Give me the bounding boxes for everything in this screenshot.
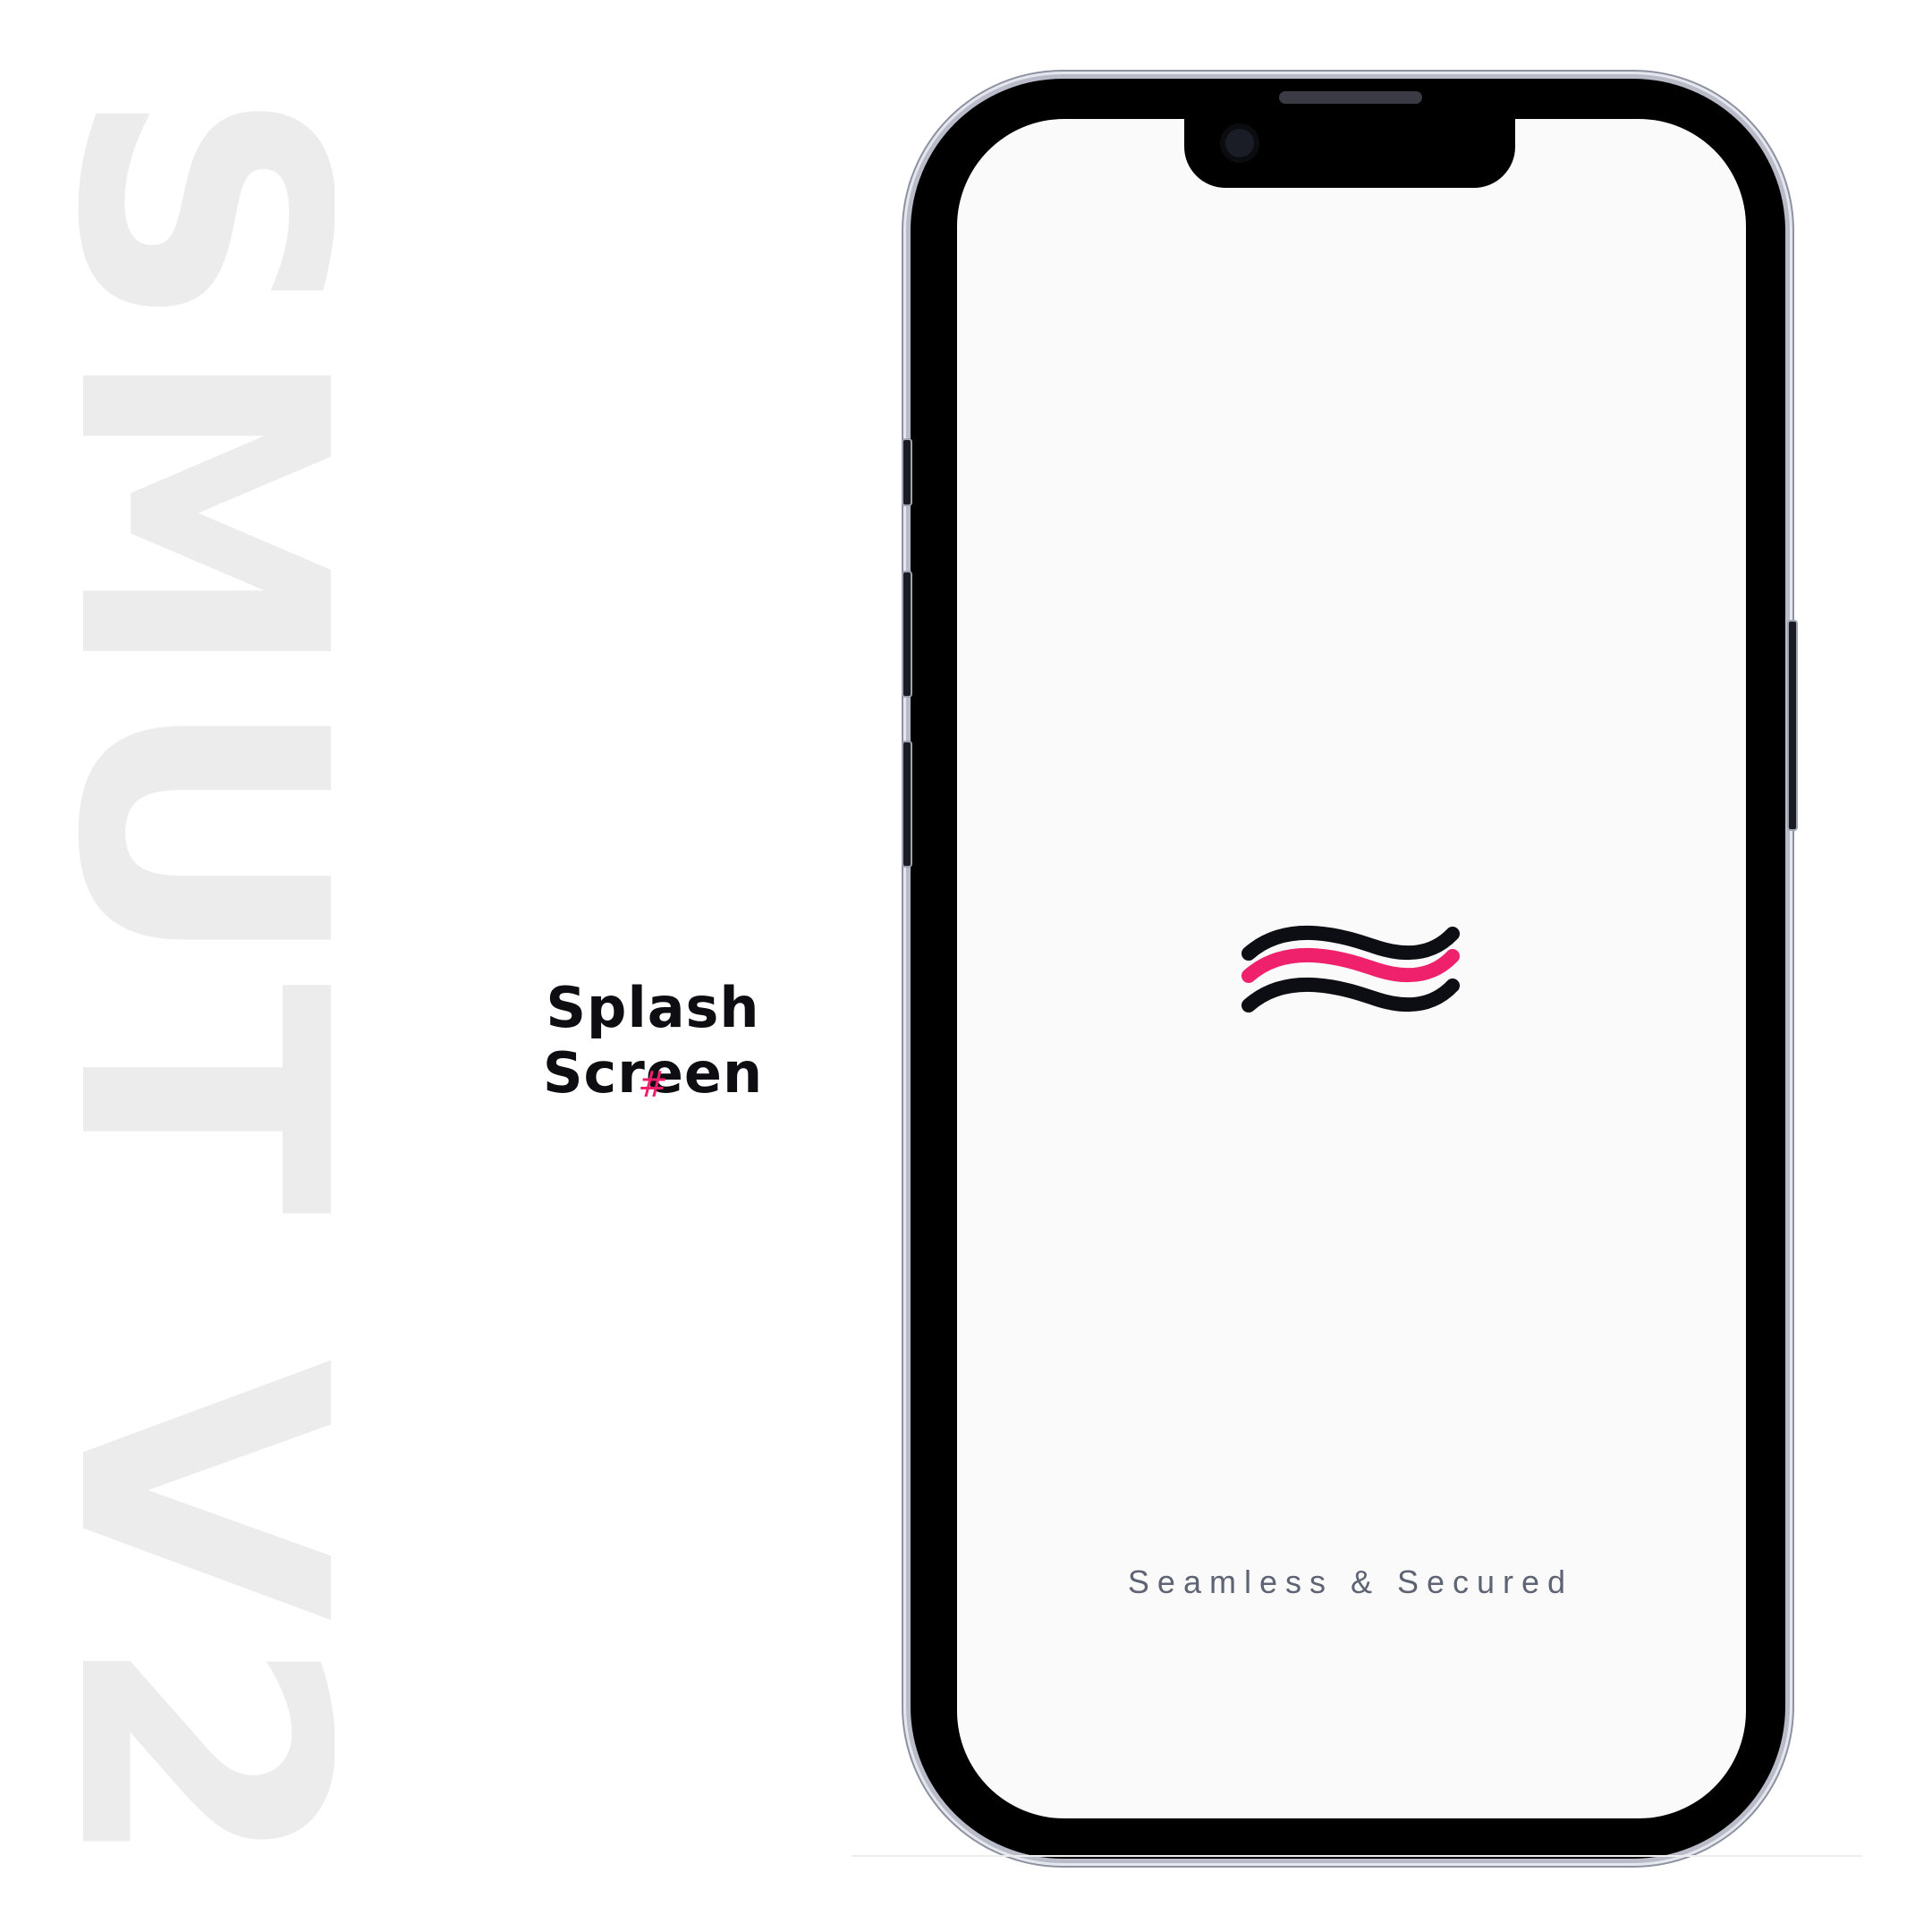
volume-up-button bbox=[902, 571, 912, 698]
front-camera-icon bbox=[1220, 123, 1259, 163]
divider-line bbox=[852, 1855, 1862, 1857]
tagline-text: Seamless & Secured bbox=[1127, 1563, 1574, 1600]
power-button bbox=[1787, 620, 1798, 831]
wave-logo-icon bbox=[1241, 925, 1460, 1013]
vertical-watermark-text: SMUT V2 bbox=[66, 87, 335, 1872]
phone-notch bbox=[1184, 113, 1515, 188]
logo-wave-top bbox=[1241, 925, 1460, 961]
logo-wave-bottom bbox=[1241, 977, 1460, 1013]
mute-switch bbox=[902, 438, 912, 506]
volume-down-button bbox=[902, 741, 912, 868]
hash-marker: # bbox=[638, 1064, 668, 1106]
earpiece-speaker bbox=[1279, 91, 1422, 104]
